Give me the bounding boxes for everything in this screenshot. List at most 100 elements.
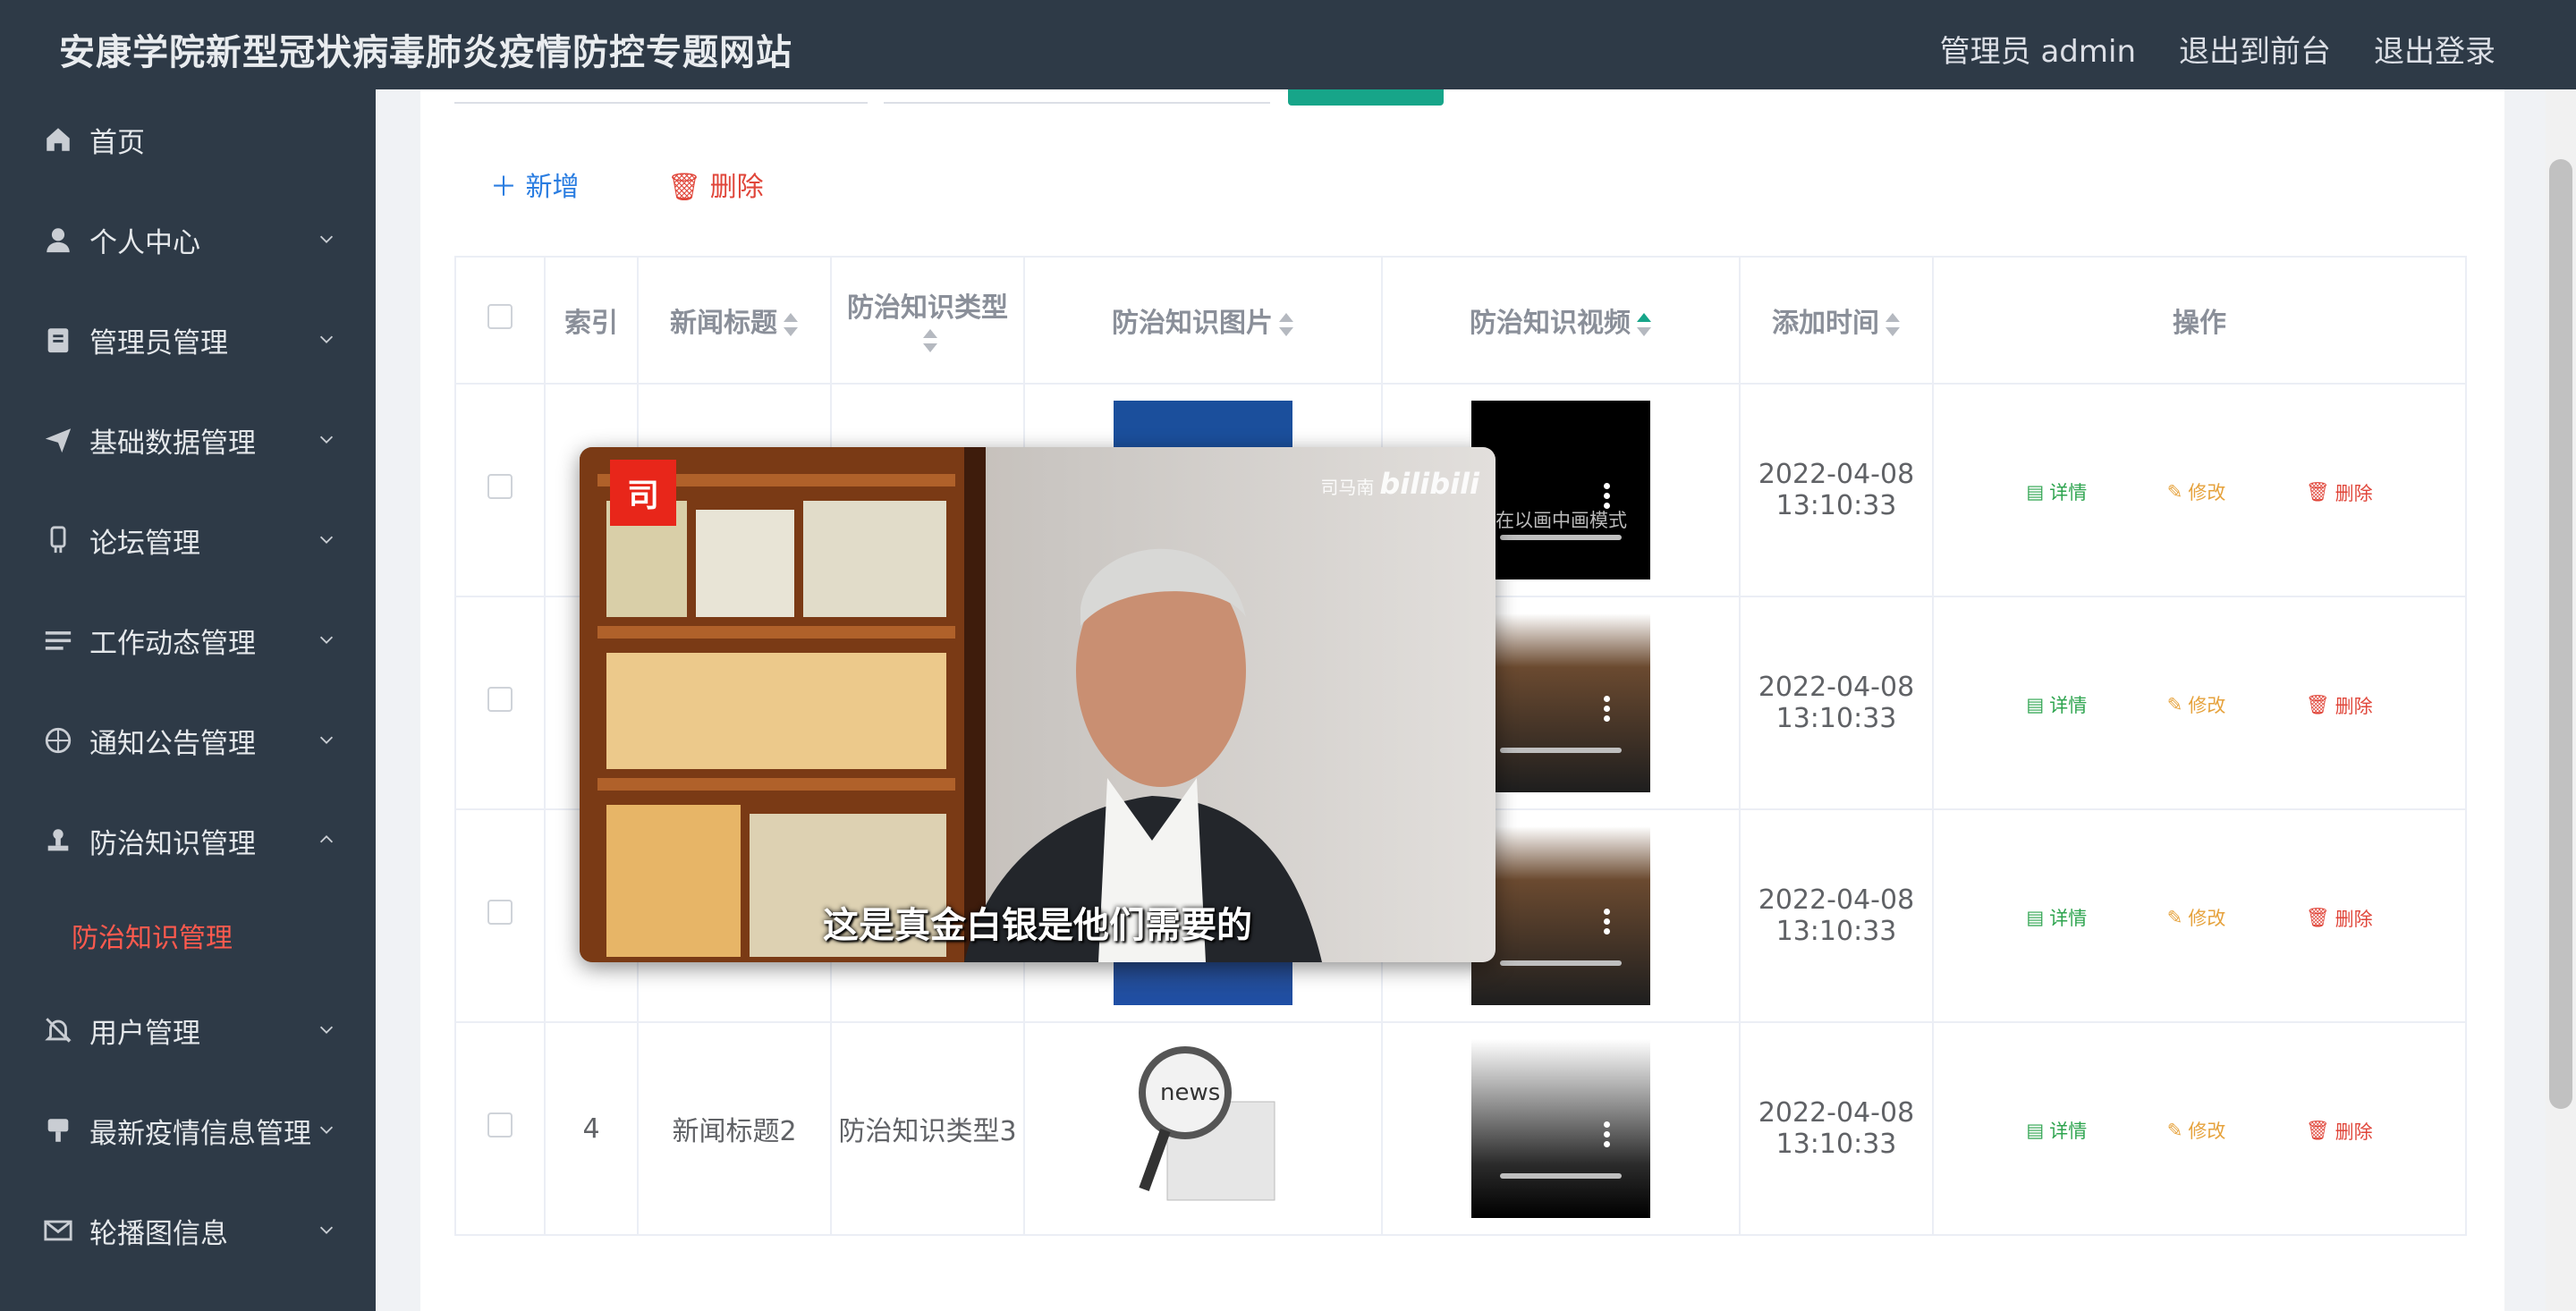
row-checkbox[interactable] <box>487 687 513 712</box>
knowledge-video[interactable] <box>1471 1039 1650 1218</box>
mail-icon <box>43 1215 73 1246</box>
svg-text:news: news <box>1160 1079 1220 1106</box>
sidebar-item-epidemic-info[interactable]: 最新疫情信息管理 <box>0 1080 376 1180</box>
video-player[interactable]: 司 司马南 bilibili 这是真金白银是他们需要的 <box>580 447 1496 962</box>
col-add-time[interactable]: 添加时间 <box>1739 256 1934 385</box>
add-button[interactable]: ＋ 新增 <box>490 165 580 204</box>
table-row: 4 新闻标题2 防治知识类型3 news 2022-04-08 13:10:33 … <box>454 1021 2467 1236</box>
logout-link[interactable]: 退出登录 <box>2374 27 2496 71</box>
sidebar-item-basic-data[interactable]: 基础数据管理 <box>0 390 376 490</box>
sidebar-item-label: 首页 <box>89 126 145 159</box>
sidebar-item-label: 管理员管理 <box>89 326 228 359</box>
video-progress-bar[interactable] <box>1500 1173 1622 1179</box>
delete-label: 删除 <box>2334 908 2373 930</box>
row-actions: ▤ 详情 ✎ 修改 🗑 删除 <box>1932 1021 2467 1236</box>
row-add-time: 2022-04-08 13:10:33 <box>1739 596 1934 810</box>
edit-button[interactable]: ✎ 修改 <box>2167 1117 2226 1144</box>
sidebar-item-admin[interactable]: 管理员管理 <box>0 290 376 390</box>
knowledge-video[interactable] <box>1471 401 1650 579</box>
row-image-cell: news <box>1023 1021 1383 1236</box>
col-title[interactable]: 新闻标题 <box>637 256 832 385</box>
row-select-cell <box>454 596 546 810</box>
search-button[interactable] <box>1288 89 1444 106</box>
detail-button[interactable]: ▤ 详情 <box>2026 478 2087 505</box>
knowledge-video[interactable] <box>1471 826 1650 1005</box>
more-icon[interactable] <box>1604 1121 1611 1148</box>
more-icon[interactable] <box>1604 696 1611 723</box>
edit-button[interactable]: ✎ 修改 <box>2167 691 2226 718</box>
row-date: 2022-04-08 <box>1758 1097 1915 1129</box>
detail-button[interactable]: ▤ 详情 <box>2026 691 2087 718</box>
video-progress-bar[interactable] <box>1500 535 1622 540</box>
col-image[interactable]: 防治知识图片 <box>1023 256 1383 385</box>
admin-user-label[interactable]: 管理员 admin <box>1940 27 2136 71</box>
row-checkbox[interactable] <box>487 900 513 925</box>
sidebar-item-prevention-knowledge[interactable]: 防治知识管理 <box>0 791 376 891</box>
pencil-icon: ✎ <box>2166 907 2183 929</box>
person-icon <box>43 224 73 255</box>
row-index: 4 <box>544 1021 639 1236</box>
row-delete-button[interactable]: 🗑 删除 <box>2306 692 2373 719</box>
detail-label: 详情 <box>2049 482 2088 504</box>
detail-button[interactable]: ▤ 详情 <box>2026 1117 2087 1144</box>
row-select-cell <box>454 1021 546 1236</box>
row-checkbox[interactable] <box>487 474 513 499</box>
sidebar-subitem-prevention-knowledge[interactable]: 防治知识管理 <box>0 891 376 980</box>
row-checkbox[interactable] <box>487 1112 513 1138</box>
row-delete-button[interactable]: 🗑 删除 <box>2306 479 2373 506</box>
row-time: 13:10:33 <box>1775 916 1897 947</box>
row-delete-button[interactable]: 🗑 删除 <box>2306 1118 2373 1145</box>
sort-icon[interactable] <box>922 328 938 353</box>
exit-to-front-link[interactable]: 退出到前台 <box>2179 27 2331 71</box>
flag-icon <box>43 1115 73 1146</box>
add-button-label: 新增 <box>525 172 580 203</box>
edit-button[interactable]: ✎ 修改 <box>2167 904 2226 931</box>
sort-icon[interactable] <box>1278 312 1294 337</box>
sidebar-item-label: 用户管理 <box>89 1017 200 1050</box>
pencil-icon: ✎ <box>2166 481 2183 503</box>
video-watermark: 司马南 bilibili <box>1320 467 1479 501</box>
row-title: 新闻标题2 <box>637 1021 832 1236</box>
sort-asc-icon[interactable] <box>1636 312 1652 337</box>
col-video[interactable]: 防治知识视频 <box>1381 256 1741 385</box>
col-actions: 操作 <box>1932 256 2467 385</box>
video-progress-bar[interactable] <box>1500 748 1622 753</box>
edit-button[interactable]: ✎ 修改 <box>2167 478 2226 505</box>
sidebar-item-notice[interactable]: 通知公告管理 <box>0 690 376 791</box>
col-title-label: 新闻标题 <box>670 308 777 339</box>
row-delete-button[interactable]: 🗑 删除 <box>2306 905 2373 932</box>
sidebar-item-label: 最新疫情信息管理 <box>89 1117 311 1150</box>
sidebar-item-home[interactable]: 首页 <box>0 89 376 190</box>
sidebar-item-personal-center[interactable]: 个人中心 <box>0 190 376 290</box>
bell-off-icon <box>43 1015 73 1045</box>
sidebar-item-forum[interactable]: 论坛管理 <box>0 490 376 590</box>
document-icon: ▤ <box>2026 694 2045 716</box>
sidebar-item-work-news[interactable]: 工作动态管理 <box>0 590 376 690</box>
document-icon: ▤ <box>2026 907 2045 929</box>
video-progress-bar[interactable] <box>1500 960 1622 966</box>
pip-mode-hint: 在以画中画模式 <box>1496 510 1627 531</box>
col-type[interactable]: 防治知识类型 <box>830 256 1025 385</box>
knowledge-video[interactable] <box>1471 613 1650 792</box>
sort-icon[interactable] <box>783 312 799 337</box>
sidebar-item-carousel[interactable]: 轮播图信息 <box>0 1180 376 1281</box>
knowledge-image: news <box>1114 1039 1292 1218</box>
select-all-checkbox[interactable] <box>487 304 513 329</box>
more-icon[interactable] <box>1604 909 1611 935</box>
chevron-down-icon <box>319 335 334 343</box>
delete-label: 删除 <box>2334 1121 2373 1143</box>
sidebar-item-users[interactable]: 用户管理 <box>0 980 376 1080</box>
chevron-down-icon <box>319 235 334 243</box>
chevron-down-icon <box>319 1026 334 1034</box>
detail-button[interactable]: ▤ 详情 <box>2026 904 2087 931</box>
search-input-type[interactable] <box>884 102 1270 104</box>
search-input-title[interactable] <box>454 102 868 104</box>
trash-icon: 🗑 <box>2305 1120 2330 1142</box>
row-add-time: 2022-04-08 13:10:33 <box>1739 383 1934 597</box>
page-scrollbar-thumb[interactable] <box>2549 159 2572 1109</box>
document-icon: ▤ <box>2026 1120 2045 1142</box>
col-type-label: 防治知识类型 <box>847 292 1008 324</box>
pencil-icon: ✎ <box>2166 694 2183 716</box>
delete-button[interactable]: 🗑 删除 <box>667 165 764 204</box>
sort-icon[interactable] <box>1885 312 1901 337</box>
